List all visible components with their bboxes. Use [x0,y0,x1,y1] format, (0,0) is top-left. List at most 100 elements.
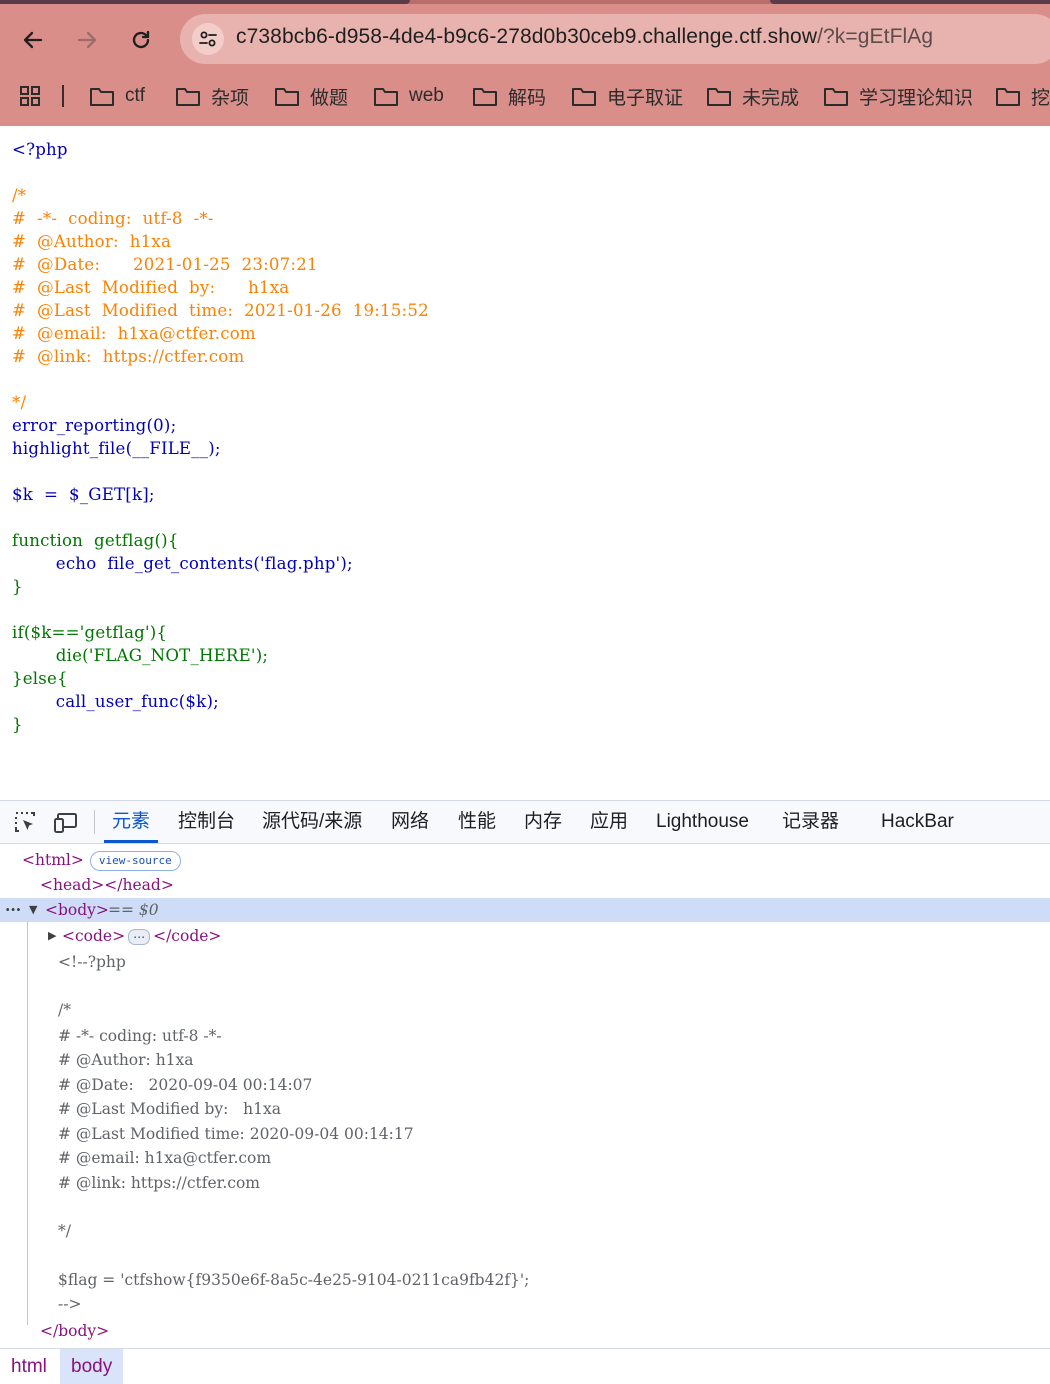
php-source-code: <?php /* # -*- coding: utf-8 -*- # @Auth… [12,138,429,736]
source-line: # @Last Modified time: 2021-01-26 19:15:… [12,301,429,320]
apps-grid-icon [20,86,40,106]
tab-memory[interactable]: 内存 [524,801,562,843]
code-close-tag: </code> [153,927,222,945]
dom-node-head[interactable]: <head></head> [0,873,1050,897]
source-line: # @Date: 2021-01-25 23:07:21 [12,255,318,274]
url-query: /?k=gEtFlAg [817,25,934,48]
source-line: */ [12,393,27,412]
reload-button[interactable] [121,20,161,60]
body-close-tag: </body> [40,1322,110,1340]
source-line: # -*- coding: utf-8 -*- [12,209,214,228]
bookmark-folder[interactable]: 解码 [472,81,546,111]
dom-node-code[interactable]: ▶ <code>… </code> [0,924,1050,948]
source-line: }else{ [12,669,68,688]
dom-comment-line[interactable] [0,1195,1050,1219]
device-toolbar-button[interactable] [54,810,80,834]
apps-button[interactable] [18,81,52,111]
bookmark-folder[interactable]: 做题 [274,81,348,111]
folder-icon [996,88,1020,106]
dom-comment-line[interactable]: # @Author: h1xa [0,1048,1050,1072]
tab-network[interactable]: 网络 [391,801,429,843]
source-line: if($k=='getflag'){ [12,623,168,642]
tab-previous[interactable] [0,0,410,4]
dom-comment-line[interactable]: # @Date: 2020-09-04 00:14:07 [0,1073,1050,1097]
tab-lighthouse[interactable]: Lighthouse [656,801,749,843]
browser-chrome: c738bcb6-d958-4de4-b9c6-278d0b30ceb9.cha… [0,0,1050,126]
bookmark-folder[interactable]: web [373,81,444,111]
device-toggle-icon [54,813,77,833]
dom-comment-line[interactable]: # @link: https://ctfer.com [0,1171,1050,1195]
breadcrumb: html body [0,1348,1050,1384]
source-line: # @link: https://ctfer.com [12,347,245,366]
elements-panel: <html> view-source <head></head> ··· ▼ <b… [0,843,1050,1347]
collapsed-content-button[interactable]: … [128,928,151,945]
bookmark-folder[interactable]: 挖 [995,81,1050,111]
url-text[interactable]: c738bcb6-d958-4de4-b9c6-278d0b30ceb9.cha… [236,25,933,49]
tab-sources[interactable]: 源代码/来源 [262,801,362,843]
site-settings-icon[interactable] [192,23,224,55]
tree-indent-guide [27,921,28,1325]
source-line: } [12,715,23,734]
selected-marker: == $0 [108,901,159,919]
source-line: error_reporting(0); [12,416,177,435]
breadcrumb-html[interactable]: html [0,1349,58,1384]
dom-comment-line[interactable]: # -*- coding: utf-8 -*- [0,1024,1050,1048]
code-open-tag: <code> [62,927,126,945]
view-source-badge[interactable]: view-source [89,851,181,871]
folder-icon [824,88,848,106]
bookmark-label: ctf [125,85,146,106]
dom-comment-line[interactable]: # @Last Modified by: h1xa [0,1097,1050,1121]
inspect-element-button[interactable] [12,810,38,834]
source-line: # @email: h1xa@ctfer.com [12,324,256,343]
source-line: die('FLAG_NOT_HERE'); [12,646,269,665]
bookmark-folder[interactable]: 学习理论知识 [823,81,973,111]
folder-icon [90,88,114,106]
tab-performance[interactable]: 性能 [458,801,496,843]
dom-comment-line[interactable]: /* [0,998,1050,1022]
tab-elements[interactable]: 元素 [103,801,159,843]
html-tag: <html> [22,851,84,869]
source-line: function getflag(){ [12,531,179,550]
expanded-triangle-icon[interactable]: ▼ [29,898,37,922]
bookmarks-bar: ctf 杂项 做题 web 解码 电子取证 未完成 学习理论知识 挖 [0,76,1050,116]
tab-application[interactable]: 应用 [590,801,628,843]
devtools-toolbar: 元素 控制台 源代码/来源 网络 性能 内存 应用 Lighthouse 记录器… [0,800,1050,844]
dom-comment-line[interactable]: # @email: h1xa@ctfer.com [0,1146,1050,1170]
dom-node-html[interactable]: <html> view-source [0,848,1050,872]
dom-comment-line[interactable]: --> [0,1292,1050,1316]
select-element-icon [15,812,35,832]
dom-comment-line[interactable]: */ [0,1219,1050,1243]
dom-node-body-close[interactable]: </body> [0,1319,1050,1343]
tab-hackbar[interactable]: HackBar [881,801,954,843]
back-button[interactable] [13,20,53,60]
breadcrumb-body[interactable]: body [60,1349,124,1384]
dom-comment-line[interactable] [0,1243,1050,1267]
tab-console[interactable]: 控制台 [178,801,235,843]
dom-comment-line[interactable]: $flag = 'ctfshow{f9350e6f-8a5c-4e25-9104… [0,1268,1050,1292]
more-options-icon[interactable]: ··· [5,898,21,922]
folder-icon [572,88,596,106]
bookmark-folder[interactable]: 未完成 [706,81,799,111]
bookmark-folder[interactable]: 杂项 [175,81,249,111]
address-bar[interactable]: c738bcb6-d958-4de4-b9c6-278d0b30ceb9.cha… [180,14,1050,64]
folder-icon [374,88,398,106]
source-line: call_user_func($k); [12,692,219,711]
tab-strip [0,0,1050,4]
bookmark-folder[interactable]: ctf [89,81,145,111]
folder-icon [707,88,731,106]
bookmark-folder[interactable]: 电子取证 [571,81,683,111]
tab-recorder[interactable]: 记录器 [782,801,839,843]
source-line: } [12,577,23,596]
forward-button[interactable] [67,20,107,60]
tab-next[interactable] [770,0,1050,4]
arrow-right-icon [77,31,97,49]
dom-comment-line[interactable]: # @Last Modified time: 2020-09-04 00:14:… [0,1122,1050,1146]
bookmark-label: 学习理论知识 [859,87,974,109]
folder-icon [473,88,497,106]
url-host: c738bcb6-d958-4de4-b9c6-278d0b30ceb9.cha… [236,25,818,48]
dom-comment-line[interactable] [0,974,1050,998]
dom-comment-line[interactable]: <!--?php [0,950,1050,974]
bookmark-label: 未完成 [742,87,800,109]
dom-node-body[interactable]: ··· ▼ <body> == $0 [0,898,1050,922]
collapsed-triangle-icon[interactable]: ▶ [48,924,56,948]
